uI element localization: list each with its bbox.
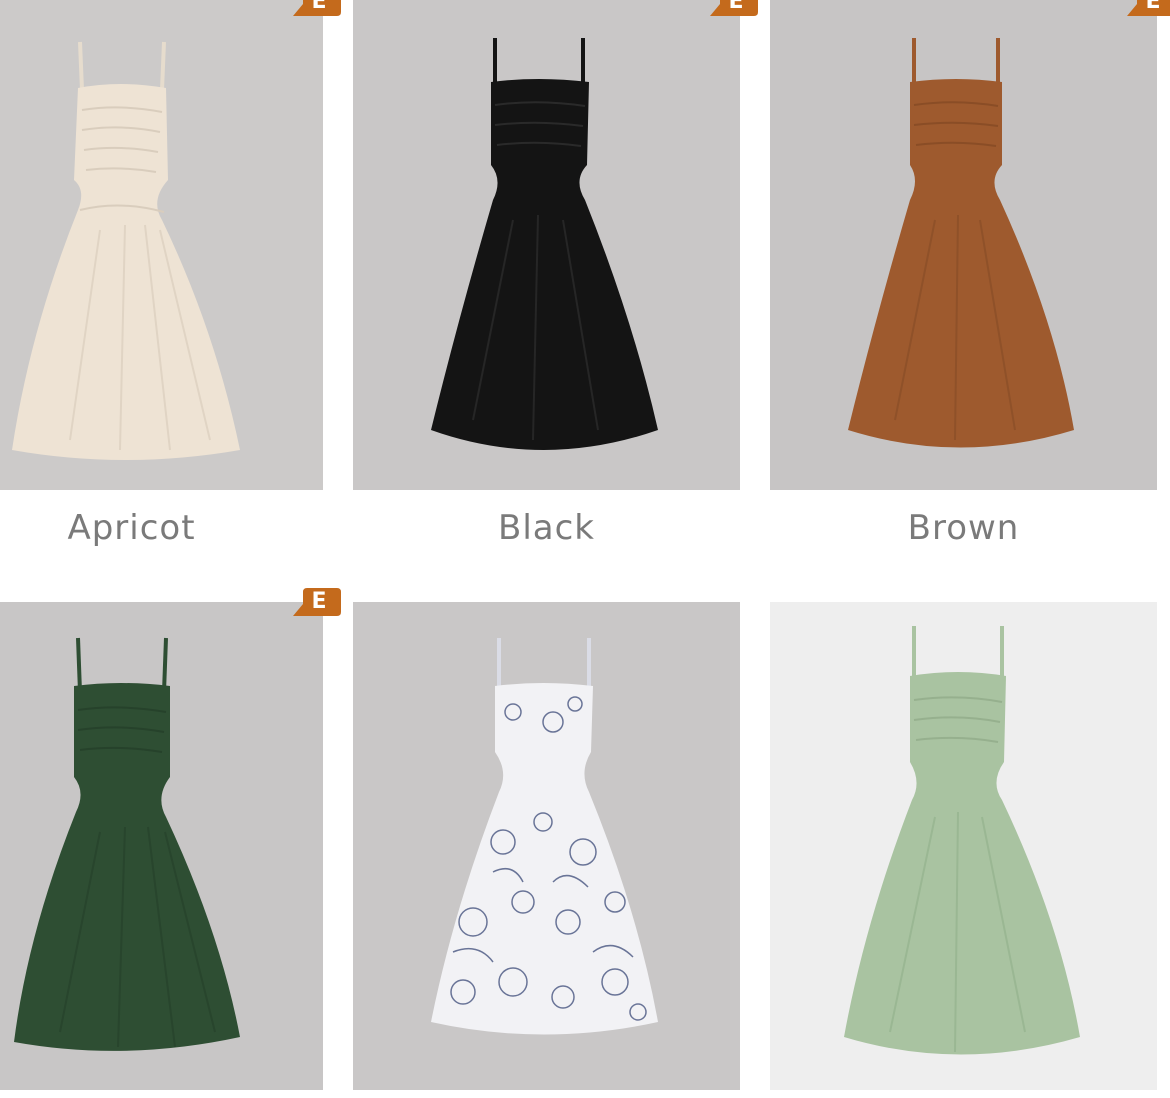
dress-illustration [0, 0, 323, 490]
product-image-sage[interactable] [770, 602, 1157, 1090]
product-card-apricot[interactable]: Apricot [0, 0, 323, 560]
dress-illustration [770, 0, 1157, 490]
product-card-floral[interactable] [353, 602, 740, 1090]
dress-illustration [353, 0, 740, 490]
product-image-floral[interactable] [353, 602, 740, 1090]
product-card-green[interactable] [0, 602, 323, 1090]
color-label: Apricot [67, 508, 196, 548]
dress-illustration [770, 602, 1157, 1090]
badge-e-icon: E [710, 0, 758, 16]
product-card-black[interactable]: Black [353, 0, 740, 560]
dress-illustration [353, 602, 740, 1090]
color-label: Brown [907, 508, 1020, 548]
product-card-sage[interactable] [770, 602, 1157, 1090]
product-image-black[interactable] [353, 0, 740, 490]
badge-e-icon: E [1127, 0, 1170, 16]
product-card-brown[interactable]: Brown [770, 0, 1157, 560]
product-image-apricot[interactable] [0, 0, 323, 490]
badge-e-icon: E [293, 588, 341, 616]
product-image-brown[interactable] [770, 0, 1157, 490]
dress-illustration [0, 602, 323, 1090]
product-image-green[interactable] [0, 602, 323, 1090]
badge-e-icon: E [293, 0, 341, 16]
color-label: Black [498, 508, 595, 548]
